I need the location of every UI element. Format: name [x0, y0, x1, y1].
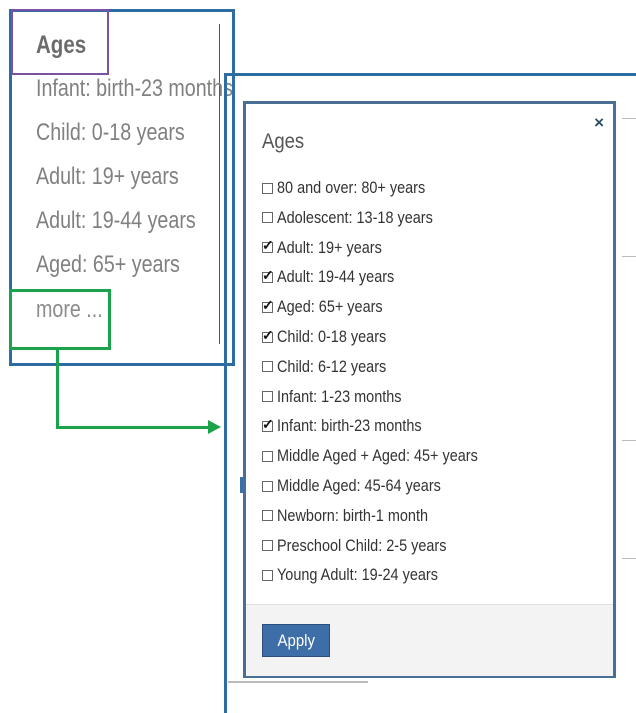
age-option[interactable]: Preschool Child: 2-5 years — [262, 535, 476, 557]
more-highlight-box — [9, 289, 111, 350]
age-option-label: Child: 0-18 years — [277, 327, 387, 346]
checkbox[interactable] — [262, 480, 273, 492]
background-divider — [622, 118, 636, 119]
checkbox[interactable] — [262, 391, 273, 403]
age-option-label: Adult: 19+ years — [277, 237, 382, 257]
apply-button[interactable]: Apply — [262, 624, 330, 657]
checkbox[interactable] — [262, 212, 273, 224]
age-option[interactable]: Infant: 1-23 months — [262, 386, 423, 408]
arrow-head-icon — [208, 420, 221, 434]
age-option[interactable]: Adolescent: 13-18 years — [262, 207, 460, 229]
filter-item-aged-65-plus-years[interactable]: Aged: 65+ years — [36, 251, 180, 279]
age-option[interactable]: Middle Aged: 45-64 years — [262, 475, 470, 497]
age-option[interactable]: Adult: 19-44 years — [262, 266, 415, 288]
age-option[interactable]: Young Adult: 19-24 years — [262, 564, 466, 586]
checkbox[interactable] — [262, 569, 273, 581]
age-option[interactable]: Aged: 65+ years — [262, 296, 401, 318]
age-option[interactable]: Adult: 19+ years — [262, 237, 400, 259]
age-option-label: Middle Aged + Aged: 45+ years — [277, 446, 478, 466]
age-option-label: Aged: 65+ years — [277, 297, 383, 317]
checkbox-checked[interactable] — [262, 327, 274, 344]
filter-item-child-0-18-years[interactable]: Child: 0-18 years — [36, 119, 185, 147]
ages-dialog: Ages × 80 and over: 80+ years Adolescent:… — [243, 101, 616, 678]
background-divider — [228, 681, 368, 683]
dialog-title: Ages — [262, 130, 305, 153]
age-option[interactable]: 80 and over: 80+ years — [262, 177, 451, 199]
age-option[interactable]: Child: 0-18 years — [262, 326, 406, 348]
checkbox[interactable] — [262, 540, 273, 552]
age-option[interactable]: Infant: birth-23 months — [262, 415, 447, 437]
title-highlight-box — [11, 9, 109, 75]
checkbox-checked[interactable] — [262, 267, 274, 284]
checkbox[interactable] — [262, 510, 273, 522]
age-option[interactable]: Middle Aged + Aged: 45+ years — [262, 445, 513, 467]
age-option-label: Adolescent: 13-18 years — [277, 207, 433, 227]
age-option-label: Preschool Child: 2-5 years — [277, 535, 447, 555]
age-option-label: Infant: birth-23 months — [277, 416, 422, 436]
age-option-label: Adult: 19-44 years — [277, 267, 395, 287]
close-icon[interactable]: × — [594, 114, 604, 131]
checkbox-checked[interactable] — [262, 416, 274, 433]
background-divider — [622, 558, 636, 559]
connector-arrow-vertical — [56, 349, 59, 429]
background-divider — [622, 440, 636, 441]
apply-button-label: Apply — [277, 630, 315, 650]
checkbox[interactable] — [262, 450, 273, 462]
filter-item-infant-birth-23-months[interactable]: Infant: birth-23 months — [36, 75, 233, 103]
panel-divider — [219, 24, 220, 344]
age-option[interactable]: Newborn: birth-1 month — [262, 505, 455, 527]
age-option-label: Young Adult: 19-24 years — [277, 565, 438, 585]
checkbox-checked[interactable] — [262, 297, 274, 314]
background-divider — [622, 256, 636, 257]
age-option-label: Child: 6-12 years — [277, 356, 387, 376]
checkbox-checked[interactable] — [262, 237, 274, 254]
filter-item-adult-19-44-years[interactable]: Adult: 19-44 years — [36, 207, 196, 235]
connector-arrow-horizontal — [56, 426, 211, 429]
filter-item-adult-19-plus-years[interactable]: Adult: 19+ years — [36, 163, 179, 191]
checkbox[interactable] — [262, 182, 273, 194]
age-option[interactable]: Child: 6-12 years — [262, 356, 406, 378]
age-option-label: Middle Aged: 45-64 years — [277, 476, 441, 495]
dialog-footer: Apply — [246, 604, 613, 676]
age-option-label: Newborn: birth-1 month — [277, 505, 428, 525]
age-option-label: 80 and over: 80+ years — [277, 178, 426, 197]
checkbox[interactable] — [262, 361, 273, 373]
age-option-label: Infant: 1-23 months — [277, 386, 402, 406]
